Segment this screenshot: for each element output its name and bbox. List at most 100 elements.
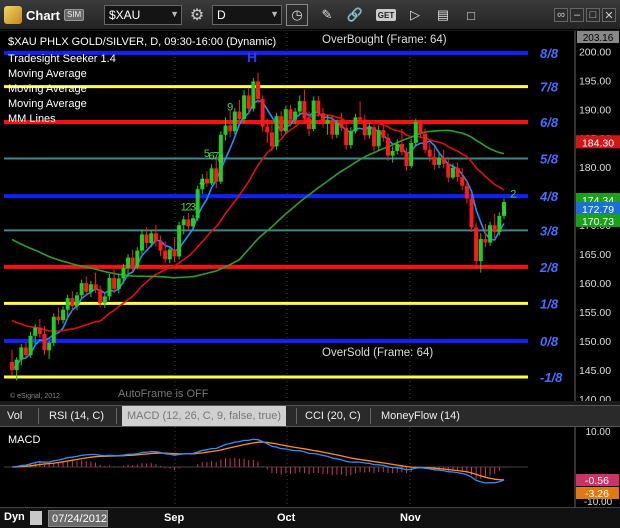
pencil-icon[interactable]: ✎ (316, 4, 338, 26)
candle-body (130, 257, 135, 267)
y-axis-max-label: 203.16 (583, 33, 614, 44)
candle-body (102, 296, 107, 304)
candle-body (209, 168, 214, 184)
chart-type-icon[interactable]: ▤ (432, 4, 454, 26)
tab-divider (116, 408, 117, 424)
candle-body (107, 277, 112, 297)
dyn-toggle[interactable] (30, 511, 42, 525)
dyn-label: Dyn (4, 511, 25, 523)
candle-body (302, 101, 307, 119)
candle-body (47, 342, 52, 351)
y-tick-label: 155.00 (579, 307, 611, 319)
macd-panel[interactable]: MACD 10.00 -10.00 -0.56 -3.26 (0, 427, 620, 508)
tab-rsi[interactable]: RSI (14, C) (44, 406, 109, 426)
mm-line-label: 7/8 (540, 80, 559, 95)
candle-body (126, 257, 131, 269)
candle-body (446, 163, 451, 178)
price-tag-label: 170.73 (582, 216, 614, 228)
macd-chart[interactable]: MACD10.00-10.00-0.56-3.26 (0, 427, 620, 508)
candle-body (497, 215, 502, 233)
macd-label: MACD (8, 434, 40, 446)
candle-body (413, 122, 418, 143)
candle-body (432, 156, 437, 165)
candle-body (61, 309, 66, 321)
candle-body (28, 335, 33, 355)
candle-body (19, 347, 24, 360)
interval-value: D (217, 8, 226, 22)
oversold-label: OverSold (Frame: 64) (322, 347, 433, 359)
candle-body (70, 298, 75, 307)
mm-line-label: 5/8 (540, 152, 559, 167)
candle-body (260, 98, 265, 127)
chevron-down-icon[interactable]: ▼ (170, 9, 179, 19)
get-button[interactable]: GET (376, 9, 396, 21)
tab-moneyflow[interactable]: MoneyFlow (14) (376, 406, 465, 426)
candle-body (418, 122, 423, 134)
price-tag-label: 184.30 (582, 137, 614, 149)
candle-body (204, 178, 209, 184)
candle-body (37, 327, 42, 335)
mm-line-label: 4/8 (539, 189, 559, 204)
maximize-icon[interactable]: □ (586, 8, 600, 22)
study-label: MM Lines (8, 113, 56, 125)
window-title: Chart (26, 7, 60, 23)
symbol-input[interactable]: $XAU ▼ (104, 5, 182, 25)
candle-body (237, 111, 242, 120)
macd-value-label: -0.56 (585, 475, 609, 487)
tab-cci[interactable]: CCI (20, C) (300, 406, 366, 426)
candle-body (320, 113, 325, 124)
document-icon[interactable]: □ (460, 4, 482, 26)
candle-body (404, 152, 409, 167)
candle-body (464, 185, 469, 199)
clock-icon[interactable]: ◷ (286, 4, 308, 26)
y-tick-label: 195.00 (579, 75, 611, 87)
study-label: Moving Average (8, 68, 87, 80)
play-icon[interactable]: ▷ (404, 4, 426, 26)
candle-body (256, 81, 260, 99)
candle-body (409, 142, 414, 167)
mm-line-label: 8/8 (540, 46, 559, 61)
candle-body (474, 227, 479, 262)
price-chart[interactable]: 8/8 7/8 6/8 5/8 4/8 3/8 2/8 1/8 0/8 -1/8 140.00 145… (0, 31, 620, 406)
candle-body (339, 123, 344, 128)
signal-value-label: -3.26 (585, 488, 609, 500)
study-label: Moving Average (8, 98, 87, 110)
candle-body (149, 233, 154, 244)
time-axis-bar: Dyn 07/24/2012 Sep Oct Nov (0, 507, 620, 528)
candle-body (195, 189, 200, 219)
close-icon[interactable]: ✕ (602, 8, 616, 22)
overbought-label: OverBought (Frame: 64) (322, 34, 447, 46)
candle-body (399, 144, 404, 153)
candle-body (98, 289, 103, 304)
candle-body (460, 177, 465, 186)
x-axis-label-oct: Oct (277, 512, 296, 524)
candle-body (427, 149, 432, 157)
gear-icon[interactable]: ⚙ (186, 4, 208, 26)
interval-input[interactable]: D ▼ (212, 5, 282, 25)
candle-body (246, 95, 251, 109)
minimize-icon[interactable]: – (570, 8, 584, 22)
candle-body (437, 157, 442, 165)
link-icon[interactable]: 🔗 (344, 4, 366, 26)
candle-body (214, 168, 219, 182)
x-axis-label-sep: Sep (164, 512, 185, 524)
candle-body (353, 117, 358, 132)
link-window-icon[interactable]: ∞ (554, 8, 568, 22)
seeker-count: 8 (218, 154, 224, 166)
candle-body (344, 127, 349, 146)
y-tick-label: 200.00 (579, 46, 611, 58)
cursor-date: 07/24/2012 (48, 510, 108, 527)
tab-vol[interactable]: Vol (2, 406, 27, 426)
candle-body (10, 361, 14, 371)
y-tick-label: 160.00 (579, 278, 611, 290)
chevron-down-icon[interactable]: ▼ (270, 9, 279, 19)
y-tick-label: 150.00 (579, 336, 611, 348)
candle-body (334, 123, 339, 135)
candle-body (316, 100, 321, 114)
candle-body (228, 125, 233, 132)
tab-divider (370, 408, 371, 424)
price-chart-panel[interactable]: 8/8 7/8 6/8 5/8 4/8 3/8 2/8 1/8 0/8 -1/8 140.00 145… (0, 31, 620, 406)
tab-macd[interactable]: MACD (12, 26, C, 9, false, true) (122, 406, 287, 426)
candle-body (325, 119, 330, 124)
ma-fast-line (11, 99, 505, 371)
